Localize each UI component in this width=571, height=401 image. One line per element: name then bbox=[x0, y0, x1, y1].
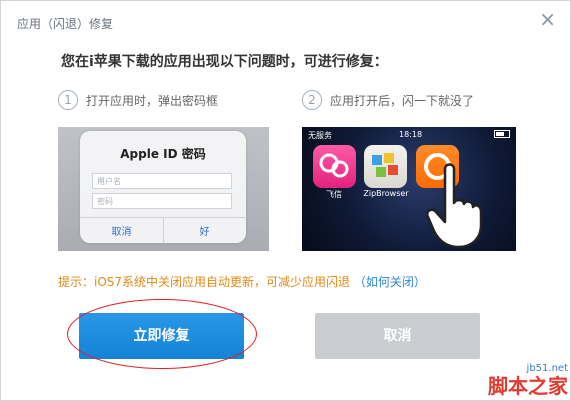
repair-dialog: 应用（闪退）修复 × 您在i苹果下载的应用出现以下问题时，可进行修复： 1 打开… bbox=[0, 0, 571, 401]
issue-number-2: 2 bbox=[302, 90, 322, 110]
tip-text: 提示：iOS7系统中关闭应用自动更新，可减少应用闪退 （如何关闭） bbox=[58, 273, 426, 290]
issue-number-1: 1 bbox=[58, 90, 78, 110]
issue-1: 1 打开应用时，弹出密码框 bbox=[58, 90, 218, 110]
alert-ok-button: 好 bbox=[199, 227, 210, 238]
alert-box: Apple ID 密码 用户名 密码 取消 好 bbox=[80, 131, 246, 243]
username-field: 用户名 bbox=[92, 173, 232, 189]
close-icon[interactable]: × bbox=[539, 9, 556, 29]
issue-text-2: 应用打开后，闪一下就没了 bbox=[330, 93, 475, 108]
app-label-1: 飞信 bbox=[326, 190, 342, 199]
issue-2: 2 应用打开后，闪一下就没了 bbox=[302, 90, 474, 110]
battery-icon bbox=[494, 130, 510, 138]
cancel-button[interactable]: 取消 bbox=[315, 313, 480, 359]
dialog-title: 应用（闪退）修复 bbox=[17, 17, 114, 31]
alert-title: Apple ID 密码 bbox=[120, 147, 206, 161]
issue-text-1: 打开应用时，弹出密码框 bbox=[86, 93, 219, 108]
clock-label: 18:18 bbox=[399, 130, 423, 139]
headline: 您在i苹果下载的应用出现以下问题时，可进行修复： bbox=[61, 54, 388, 70]
password-field: 密码 bbox=[92, 193, 232, 209]
repair-now-button[interactable]: 立即修复 bbox=[79, 313, 244, 359]
watermark-brand: 脚本之家 bbox=[488, 374, 568, 398]
feixin-app-icon bbox=[313, 145, 356, 188]
watermark: jb51.net 脚本之家 bbox=[442, 363, 571, 401]
title-bar: 应用（闪退）修复 × bbox=[1, 1, 570, 41]
zipbrowser-app-icon bbox=[364, 145, 407, 188]
how-to-close-link[interactable]: （如何关闭） bbox=[354, 275, 426, 289]
password-prompt-example: Apple ID 密码 用户名 密码 取消 好 bbox=[58, 127, 269, 251]
status-bar: 无服务 18:18 bbox=[302, 127, 516, 141]
alert-cancel-button: 取消 bbox=[111, 227, 132, 238]
carrier-label: 无服务 bbox=[308, 131, 332, 140]
app-crash-example: 无服务 18:18 飞信 ZipBrowser bbox=[302, 127, 516, 251]
app-label-2: ZipBrowser bbox=[363, 189, 409, 198]
hand-pointer-icon bbox=[426, 163, 483, 249]
tip-message: 提示：iOS7系统中关闭应用自动更新，可减少应用闪退 bbox=[58, 275, 351, 289]
